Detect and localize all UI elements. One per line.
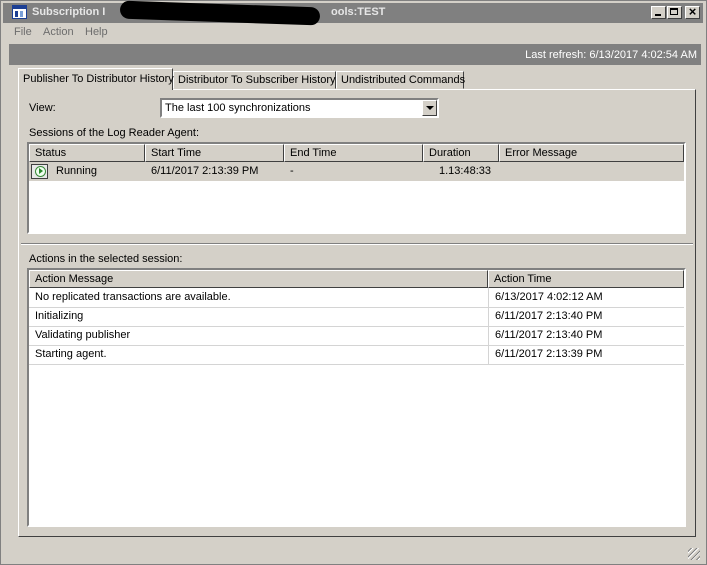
subscription-window: Subscription I ools:TEST File Action Hel… [0,0,707,565]
column-header-error-message[interactable]: Error Message [499,144,684,162]
tab-undistributed-commands[interactable]: Undistributed Commands [336,71,465,89]
window-title-prefix: Subscription I [32,6,106,18]
sessions-label: Sessions of the Log Reader Agent: [29,127,200,139]
status-bar [9,543,702,562]
window-title-suffix: ools:TEST [331,6,386,18]
session-start-time: 6/11/2017 2:13:39 PM [151,165,259,177]
view-label: View: [29,102,56,114]
table-row[interactable]: Running 6/11/2017 2:13:39 PM - 1.13:48:3… [29,162,684,181]
pane-splitter[interactable] [21,243,693,245]
title-bar[interactable]: Subscription I ools:TEST [3,0,703,26]
app-window-icon [12,5,27,19]
session-status: Running [56,165,97,177]
action-message: Initializing [35,310,84,322]
refresh-bar: Last refresh: 6/13/2017 4:02:54 AM [9,44,701,65]
action-time: 6/11/2017 2:13:40 PM [495,310,603,322]
menu-file[interactable]: File [14,26,32,38]
action-time: 6/11/2017 2:13:39 PM [495,348,603,360]
title-redaction-mark [119,0,321,26]
column-header-duration[interactable]: Duration [423,144,499,162]
column-header-action-message[interactable]: Action Message [29,270,488,288]
sessions-grid[interactable]: Status Start Time End Time Duration Erro… [27,142,686,234]
maximize-button[interactable] [667,6,682,19]
view-select-value: The last 100 synchronizations [165,102,311,114]
table-row[interactable]: Initializing 6/11/2017 2:13:40 PM [29,307,684,327]
column-header-action-time[interactable]: Action Time [488,270,684,288]
last-refresh-text: Last refresh: 6/13/2017 4:02:54 AM [525,49,697,61]
close-button[interactable] [685,6,700,19]
menu-help[interactable]: Help [85,26,108,38]
view-select[interactable]: The last 100 synchronizations [160,98,439,118]
tab-panel: View: The last 100 synchronizations Sess… [18,89,696,537]
running-status-icon [31,164,48,179]
action-message: Validating publisher [35,329,131,341]
session-end-time: - [290,165,294,177]
table-row[interactable]: Validating publisher 6/11/2017 2:13:40 P… [29,326,684,346]
minimize-button[interactable] [651,6,666,19]
action-time: 6/11/2017 2:13:40 PM [495,329,603,341]
table-row[interactable]: No replicated transactions are available… [29,288,684,308]
tab-publisher-to-distributor[interactable]: Publisher To Distributor History [18,68,174,90]
tab-distributor-to-subscriber[interactable]: Distributor To Subscriber History [173,71,336,89]
column-header-end-time[interactable]: End Time [284,144,423,162]
menu-action[interactable]: Action [43,26,74,38]
action-time: 6/13/2017 4:02:12 AM [495,291,603,303]
table-row[interactable]: Starting agent. 6/11/2017 2:13:39 PM [29,345,684,365]
column-header-status[interactable]: Status [29,144,145,162]
chevron-down-icon[interactable] [422,100,437,116]
session-duration: 1.13:48:33 [439,165,491,177]
actions-grid[interactable]: Action Message Action Time No replicated… [27,268,686,527]
column-header-start-time[interactable]: Start Time [145,144,284,162]
actions-label: Actions in the selected session: [29,253,183,265]
action-message: Starting agent. [35,348,107,360]
action-message: No replicated transactions are available… [35,291,231,303]
resize-grip-icon[interactable] [688,548,700,560]
